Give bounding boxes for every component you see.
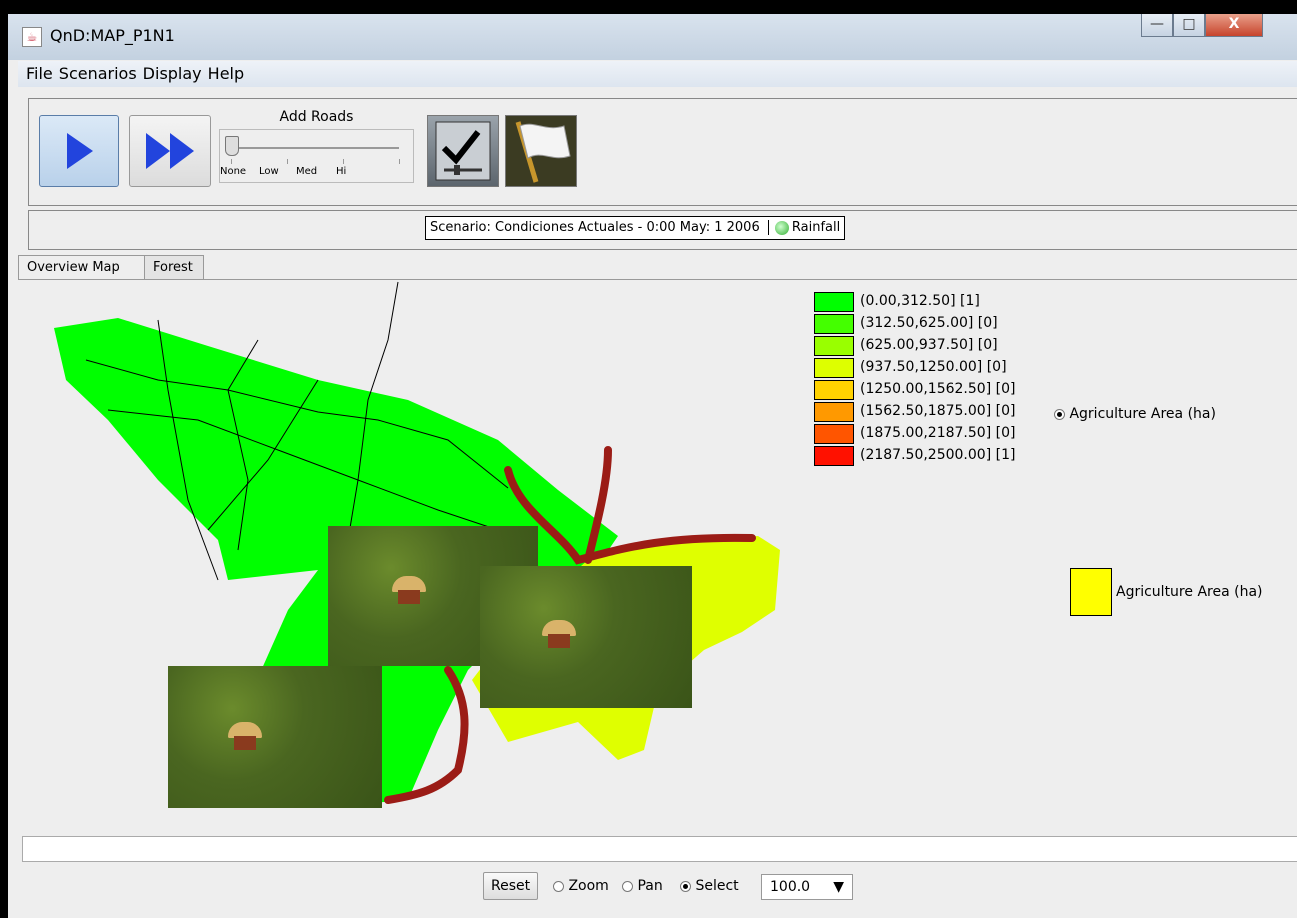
pan-radio[interactable]: Pan <box>622 878 663 894</box>
tab-forest[interactable]: Forest <box>144 255 204 280</box>
radio-dot <box>1054 408 1065 420</box>
slider-title: Add Roads <box>279 109 354 125</box>
play-icon <box>67 133 93 169</box>
play-button[interactable] <box>39 115 119 187</box>
java-app-icon: ☕ <box>22 27 42 47</box>
window-title: QnD:MAP_P1N1 <box>50 26 175 45</box>
app-window: ☕ QnD:MAP_P1N1 — □ X File Scenarios Displa… <box>8 14 1297 918</box>
scenario-text: Scenario: Condiciones Actuales - 0:00 Ma… <box>430 220 760 235</box>
map-controls: Reset Zoom Pan Select 100.0 ▼ <box>18 864 1297 904</box>
scenario-label: Scenario: Condiciones Actuales - 0:00 Ma… <box>425 216 846 240</box>
tab-overview-map[interactable]: Overview Map <box>18 255 150 281</box>
legend-swatch <box>814 358 854 378</box>
slider-label-med: Med <box>296 166 318 177</box>
menu-bar: File Scenarios Display Help <box>18 61 1297 87</box>
legend-swatch <box>814 424 854 444</box>
slider-tick <box>287 159 288 164</box>
legend-label: (2187.50,2500.00] [1] <box>860 447 1016 463</box>
zoom-radio[interactable]: Zoom <box>553 878 609 894</box>
settings-checklist-button[interactable] <box>427 115 499 187</box>
fast-forward-button[interactable] <box>129 115 211 187</box>
hut-icon <box>228 722 262 752</box>
map-panel[interactable]: (0.00,312.50] [1] (312.50,625.00] [0] (625… <box>18 279 1297 836</box>
zoom-level-select[interactable]: 100.0 ▼ <box>761 874 853 900</box>
legend-label: (312.50,625.00] [0] <box>860 315 998 331</box>
select-radio-label: Select <box>695 878 739 894</box>
forest-plot-image <box>168 666 382 808</box>
menu-display[interactable]: Display <box>143 64 202 83</box>
rainfall-icon <box>774 220 789 235</box>
scenario-bar: Scenario: Condiciones Actuales - 0:00 Ma… <box>28 210 1297 250</box>
menu-scenarios[interactable]: Scenarios <box>59 64 137 83</box>
flag-button[interactable] <box>505 115 577 187</box>
slider-label-hi: Hi <box>336 166 347 177</box>
hut-icon <box>542 620 576 650</box>
rainfall-label: Rainfall <box>791 220 841 235</box>
menu-file[interactable]: File <box>26 64 53 83</box>
radio-dot <box>680 880 691 892</box>
minimize-button[interactable]: — <box>1141 14 1173 37</box>
legend-swatch <box>814 292 854 312</box>
checklist-icon <box>435 121 491 181</box>
add-roads-slider[interactable]: Add Roads None Low Med Hi <box>219 99 414 187</box>
legend-swatch <box>814 336 854 356</box>
legend-label: (937.50,1250.00] [0] <box>860 359 1007 375</box>
slider-label-none: None <box>220 166 247 177</box>
close-button[interactable]: X <box>1205 14 1263 37</box>
maximize-button[interactable]: □ <box>1173 14 1205 37</box>
zoom-radio-label: Zoom <box>568 878 609 894</box>
legend-label: (1562.50,1875.00] [0] <box>860 403 1016 419</box>
slider-tick <box>231 159 232 164</box>
forest-plot-image <box>480 566 692 708</box>
toolbar: Add Roads None Low Med Hi <box>28 98 1297 206</box>
white-flag-icon <box>515 121 571 183</box>
slider-knob[interactable] <box>225 136 239 156</box>
legend-label: (1250.00,1562.50] [0] <box>860 381 1016 397</box>
title-bar: ☕ QnD:MAP_P1N1 — □ X <box>8 14 1297 60</box>
select-radio[interactable]: Select <box>680 878 739 894</box>
pan-radio-label: Pan <box>637 878 663 894</box>
legend-label: (625.00,937.50] [0] <box>860 337 998 353</box>
agriculture-area-swatch <box>1070 568 1112 616</box>
rainfall-indicator[interactable]: Rainfall <box>767 220 841 235</box>
legend-swatch <box>814 446 854 466</box>
legend-swatch <box>814 314 854 334</box>
slider-tick <box>343 159 344 164</box>
menu-help[interactable]: Help <box>208 64 244 83</box>
hut-icon <box>392 576 426 606</box>
agriculture-area-swatch-label: Agriculture Area (ha) <box>1116 584 1263 600</box>
legend-label: (0.00,312.50] [1] <box>860 293 980 309</box>
radio-dot <box>622 880 633 892</box>
radio-dot <box>553 880 564 892</box>
status-field[interactable] <box>22 836 1297 862</box>
slider-tick <box>399 159 400 164</box>
agriculture-area-radio-label: Agriculture Area (ha) <box>1069 406 1216 422</box>
chevron-down-icon: ▼ <box>833 879 844 895</box>
legend-label: (1875.00,2187.50] [0] <box>860 425 1016 441</box>
agriculture-area-radio[interactable]: Agriculture Area (ha) <box>1054 406 1216 422</box>
reset-button[interactable]: Reset <box>483 872 539 900</box>
legend-swatch <box>814 380 854 400</box>
slider-track[interactable] <box>231 147 399 149</box>
zoom-level-value: 100.0 <box>770 879 811 895</box>
legend-swatch <box>814 402 854 422</box>
slider-label-low: Low <box>259 166 279 177</box>
